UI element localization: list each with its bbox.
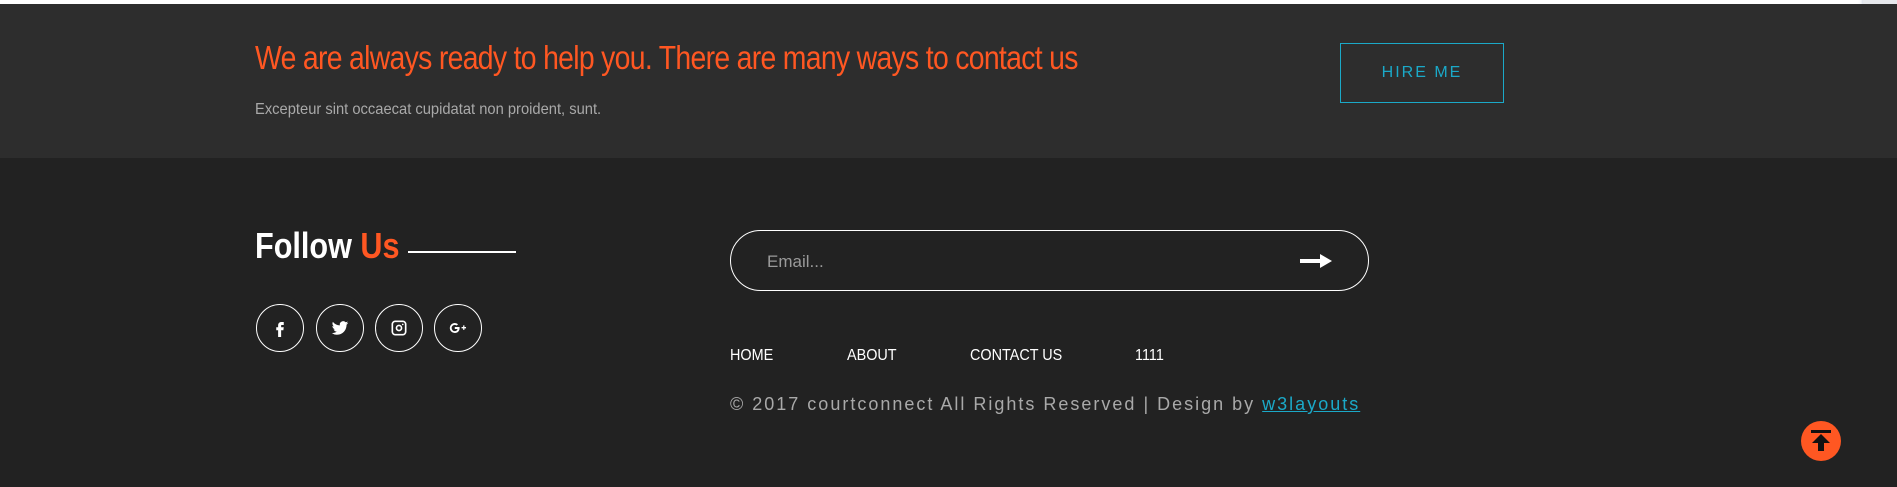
footer-nav-1111[interactable]: 1111 xyxy=(1135,347,1164,365)
instagram-icon[interactable] xyxy=(375,304,423,352)
twitter-icon[interactable] xyxy=(316,304,364,352)
follow-heading-accent: Us xyxy=(360,225,400,266)
cta-title: We are always ready to help you. There a… xyxy=(255,39,1078,76)
footer-nav-home[interactable]: HOME xyxy=(730,347,773,365)
follow-heading-main: Follow xyxy=(255,225,352,266)
designer-link[interactable]: w3layouts xyxy=(1262,394,1360,414)
cta-subtitle: Excepteur sint occaecat cupidatat non pr… xyxy=(255,101,602,118)
follow-us-heading: Follow Us xyxy=(255,225,400,267)
arrow-up-icon xyxy=(1811,430,1831,451)
footer-nav-about[interactable]: ABOUT xyxy=(847,347,897,365)
copyright-text: © 2017 courtconnect All Rights Reserved … xyxy=(730,394,1360,415)
scroll-to-top-button[interactable] xyxy=(1801,421,1841,461)
submit-arrow-button[interactable] xyxy=(1291,245,1341,277)
hire-me-button[interactable]: HIRE ME xyxy=(1340,43,1504,103)
contact-cta-section: We are always ready to help you. There a… xyxy=(0,4,1897,158)
email-input[interactable] xyxy=(765,247,1229,277)
arrow-right-icon xyxy=(1300,254,1332,268)
footer-nav-contact-us[interactable]: CONTACT US xyxy=(970,347,1062,365)
newsletter-form xyxy=(730,230,1369,291)
google-plus-icon[interactable] xyxy=(434,304,482,352)
facebook-icon[interactable] xyxy=(256,304,304,352)
heading-divider xyxy=(408,251,516,253)
copyright-prefix: © 2017 courtconnect All Rights Reserved … xyxy=(730,394,1263,414)
